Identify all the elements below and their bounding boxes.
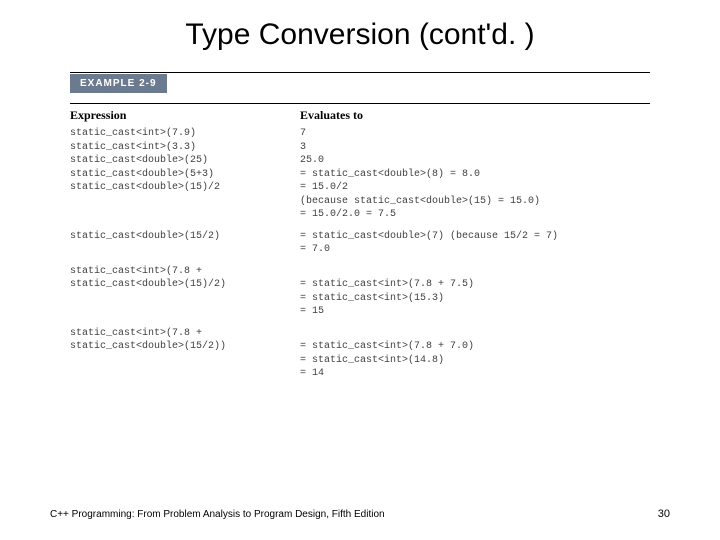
- table-row: = static_cast<int>(14.8): [70, 354, 650, 368]
- table-row: = 14: [70, 367, 650, 381]
- expression-cell: static_cast<double>(15)/2: [70, 181, 300, 195]
- evaluates-cell: = 14: [300, 367, 650, 381]
- evaluates-cell: 25.0: [300, 154, 650, 168]
- evaluates-cell: = static_cast<int>(15.3): [300, 292, 650, 306]
- top-rule: [70, 72, 650, 73]
- example-figure: EXAMPLE 2-9 Expression Evaluates to stat…: [70, 72, 650, 381]
- evaluates-cell: = static_cast<double>(8) = 8.0: [300, 168, 650, 182]
- evaluates-cell: = static_cast<int>(7.8 + 7.5): [300, 278, 650, 292]
- table-row: = 7.0: [70, 243, 650, 257]
- expression-cell: [70, 292, 300, 306]
- expression-cell: [70, 305, 300, 319]
- page-number: 30: [658, 508, 670, 520]
- expression-cell: static_cast<double>(15/2)): [70, 340, 300, 354]
- evaluates-cell: = 15: [300, 305, 650, 319]
- header-evaluates: Evaluates to: [300, 108, 650, 123]
- expression-cell: [70, 208, 300, 222]
- table-row: = 15.0/2.0 = 7.5: [70, 208, 650, 222]
- evaluates-cell: [300, 265, 650, 279]
- example-label: EXAMPLE 2-9: [70, 74, 167, 93]
- table-body: static_cast<int>(7.9)7static_cast<int>(3…: [70, 127, 650, 381]
- evaluates-cell: (because static_cast<double>(15) = 15.0): [300, 195, 650, 209]
- footer-text: C++ Programming: From Problem Analysis t…: [50, 509, 385, 520]
- table-row: static_cast<int>(7.9)7: [70, 127, 650, 141]
- mid-rule: [70, 103, 650, 104]
- expression-cell: static_cast<int>(7.9): [70, 127, 300, 141]
- expression-cell: [70, 367, 300, 381]
- evaluates-cell: = 7.0: [300, 243, 650, 257]
- table-row: static_cast<double>(15)/2)= static_cast<…: [70, 278, 650, 292]
- expression-cell: static_cast<double>(15/2): [70, 230, 300, 244]
- table-row: static_cast<double>(15/2)= static_cast<d…: [70, 230, 650, 244]
- evaluates-cell: = static_cast<int>(14.8): [300, 354, 650, 368]
- table-row: static_cast<double>(15/2))= static_cast<…: [70, 340, 650, 354]
- evaluates-cell: [300, 327, 650, 341]
- expression-cell: [70, 354, 300, 368]
- expression-cell: static_cast<int>(7.8 +: [70, 327, 300, 341]
- table-row: static_cast<double>(5+3)= static_cast<do…: [70, 168, 650, 182]
- slide-title: Type Conversion (cont'd. ): [50, 18, 670, 52]
- table-row: = 15: [70, 305, 650, 319]
- header-expression: Expression: [70, 108, 300, 123]
- evaluates-cell: = 15.0/2.0 = 7.5: [300, 208, 650, 222]
- table-row: static_cast<int>(3.3)3: [70, 141, 650, 155]
- table-header: Expression Evaluates to: [70, 108, 650, 123]
- table-row: (because static_cast<double>(15) = 15.0): [70, 195, 650, 209]
- table-row: static_cast<int>(7.8 +: [70, 265, 650, 279]
- expression-cell: [70, 195, 300, 209]
- table-row: static_cast<double>(25)25.0: [70, 154, 650, 168]
- expression-cell: static_cast<int>(3.3): [70, 141, 300, 155]
- table-row: = static_cast<int>(15.3): [70, 292, 650, 306]
- evaluates-cell: 7: [300, 127, 650, 141]
- evaluates-cell: = static_cast<int>(7.8 + 7.0): [300, 340, 650, 354]
- evaluates-cell: = static_cast<double>(7) (because 15/2 =…: [300, 230, 650, 244]
- expression-cell: static_cast<double>(15)/2): [70, 278, 300, 292]
- table-row: static_cast<double>(15)/2= 15.0/2: [70, 181, 650, 195]
- expression-cell: static_cast<double>(5+3): [70, 168, 300, 182]
- expression-cell: static_cast<int>(7.8 +: [70, 265, 300, 279]
- evaluates-cell: 3: [300, 141, 650, 155]
- expression-cell: static_cast<double>(25): [70, 154, 300, 168]
- evaluates-cell: = 15.0/2: [300, 181, 650, 195]
- expression-cell: [70, 243, 300, 257]
- table-row: static_cast<int>(7.8 +: [70, 327, 650, 341]
